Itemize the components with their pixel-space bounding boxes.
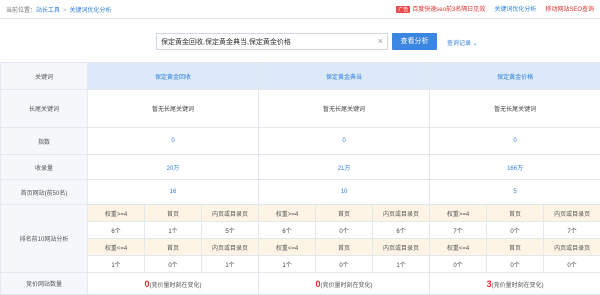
index-value[interactable]: 0 bbox=[430, 128, 600, 155]
rank-value: 1个 bbox=[145, 222, 202, 239]
rank-header: 权重<=4 bbox=[259, 239, 316, 256]
ad-link[interactable]: 广告百度快速seo前3名隔日见效 bbox=[396, 4, 485, 13]
bid-cell: 3(竞价量时刻在变化) bbox=[430, 273, 600, 295]
rank-value: 6个 bbox=[373, 222, 430, 239]
index-value[interactable]: 0 bbox=[259, 128, 430, 155]
table-row: 收录量 20万 21万 166万 bbox=[1, 155, 600, 180]
bid-note: (竞价量时刻在变化) bbox=[492, 283, 544, 289]
ad-badge: 广告 bbox=[396, 6, 410, 13]
search-box: × bbox=[156, 33, 388, 50]
row-label-long-tail: 长尾关键词 bbox=[1, 90, 88, 128]
rank-header: 首页 bbox=[145, 205, 202, 222]
rank-value: 1个 bbox=[259, 256, 316, 273]
rank-value: 6个 bbox=[259, 222, 316, 239]
rank-header: 权重<=4 bbox=[88, 239, 145, 256]
history-link[interactable]: 查询记录 ⌄ bbox=[447, 38, 478, 47]
rank-value: 0个 bbox=[544, 256, 600, 273]
rank-header: 权重>=4 bbox=[430, 205, 487, 222]
rank-value-row: 1个 0个 1个 1个 0个 1个 0个 0个 0个 bbox=[1, 256, 600, 273]
rank-value: 0个 bbox=[316, 222, 373, 239]
row-label-bid: 竞价网站数量 bbox=[1, 273, 88, 295]
breadcrumb: 当前位置：站长工具>关键词优化分析 bbox=[6, 5, 112, 14]
long-tail-value: 暂无长尾关键词 bbox=[259, 90, 430, 128]
rank-value: 5个 bbox=[202, 222, 259, 239]
rank-header: 内页或目录页 bbox=[373, 239, 430, 256]
chevron-down-icon: ⌄ bbox=[473, 41, 478, 47]
rank-header: 内页或目录页 bbox=[544, 205, 600, 222]
rank-value-row: 6个 1个 5个 6个 0个 6个 7个 0个 7个 bbox=[1, 222, 600, 239]
rank-header: 首页 bbox=[145, 239, 202, 256]
rank-value: 1个 bbox=[88, 256, 145, 273]
history-label: 查询记录 bbox=[447, 41, 471, 47]
index-value[interactable]: 0 bbox=[88, 128, 259, 155]
breadcrumb-label: 当前位置： bbox=[6, 8, 36, 14]
indexed-value[interactable]: 21万 bbox=[259, 155, 430, 180]
rank-value: 0个 bbox=[487, 256, 544, 273]
rank-header: 首页 bbox=[316, 239, 373, 256]
rank-header: 权重>=4 bbox=[88, 205, 145, 222]
long-tail-value: 暂无长尾关键词 bbox=[430, 90, 600, 128]
indexed-value[interactable]: 20万 bbox=[88, 155, 259, 180]
rank-header: 内页或目录页 bbox=[373, 205, 430, 222]
breadcrumb-home-link[interactable]: 站长工具 bbox=[36, 8, 60, 14]
rank-header: 内页或目录页 bbox=[202, 205, 259, 222]
row-label-homepage: 首页网站(前50名) bbox=[1, 180, 88, 205]
indexed-value[interactable]: 166万 bbox=[430, 155, 600, 180]
keyword-table: 关键词 保定黄金回收 保定黄金典当 保定黄金价格 长尾关键词 暂无长尾关键词 暂… bbox=[0, 62, 600, 295]
rank-value: 7个 bbox=[430, 222, 487, 239]
rank-value: 1个 bbox=[373, 256, 430, 273]
rank-header: 内页或目录页 bbox=[202, 239, 259, 256]
homepage-value[interactable]: 5 bbox=[430, 180, 600, 205]
rank-value: 7个 bbox=[544, 222, 600, 239]
breadcrumb-current[interactable]: 关键词优化分析 bbox=[70, 8, 112, 14]
row-label-indexed: 收录量 bbox=[1, 155, 88, 180]
bid-cell: 0(竞价量时刻在变化) bbox=[259, 273, 430, 295]
rank-header: 内页或目录页 bbox=[544, 239, 600, 256]
search-area: × 查看分析 查询记录 ⌄ bbox=[0, 19, 600, 60]
rank-header: 首页 bbox=[316, 205, 373, 222]
rank-value: 0个 bbox=[430, 256, 487, 273]
rank-header-row: 排名前10网站分析 权重>=4 首页 内页或目录页 权重>=4 首页 内页或目录… bbox=[1, 205, 600, 222]
rank-header-row: 权重<=4 首页 内页或目录页 权重<=4 首页 内页或目录页 权重<=4 首页… bbox=[1, 239, 600, 256]
bid-row: 竞价网站数量 0(竞价量时刻在变化) 0(竞价量时刻在变化) 3(竞价量时刻在变… bbox=[1, 273, 600, 295]
rank-header: 权重>=4 bbox=[259, 205, 316, 222]
rank-header: 首页 bbox=[487, 239, 544, 256]
keyword-analysis-link[interactable]: 关键词优化分析 bbox=[494, 4, 536, 13]
bid-cell: 0(竞价量时刻在变化) bbox=[88, 273, 259, 295]
rank-value: 6个 bbox=[88, 222, 145, 239]
keyword-column-2[interactable]: 保定黄金典当 bbox=[259, 63, 430, 90]
keyword-column-1[interactable]: 保定黄金回收 bbox=[88, 63, 259, 90]
bid-note: (竞价量时刻在变化) bbox=[321, 283, 373, 289]
rank-header: 首页 bbox=[487, 205, 544, 222]
rank-header: 权重<=4 bbox=[430, 239, 487, 256]
mobile-seo-link[interactable]: 移动网站SEO查询 bbox=[545, 4, 594, 13]
homepage-value[interactable]: 10 bbox=[259, 180, 430, 205]
top-links: 广告百度快速seo前3名隔日见效 关键词优化分析 移动网站SEO查询 bbox=[396, 4, 594, 13]
search-input[interactable] bbox=[157, 34, 375, 49]
keyword-column-3[interactable]: 保定黄金价格 bbox=[430, 63, 600, 90]
table-header-row: 关键词 保定黄金回收 保定黄金典当 保定黄金价格 bbox=[1, 63, 600, 90]
analyze-button[interactable]: 查看分析 bbox=[392, 33, 437, 50]
long-tail-value: 暂无长尾关键词 bbox=[88, 90, 259, 128]
breadcrumb-separator: > bbox=[63, 8, 67, 14]
rank-value: 0个 bbox=[316, 256, 373, 273]
top-bar: 当前位置：站长工具>关键词优化分析 广告百度快速seo前3名隔日见效 关键词优化… bbox=[0, 0, 600, 19]
ad-text: 百度快速seo前3名隔日见效 bbox=[412, 7, 485, 13]
row-label-rank: 排名前10网站分析 bbox=[1, 205, 88, 273]
table-row: 首页网站(前50名) 16 10 5 bbox=[1, 180, 600, 205]
row-label-index: 指数 bbox=[1, 128, 88, 155]
rank-value: 0个 bbox=[145, 256, 202, 273]
table-row: 指数 0 0 0 bbox=[1, 128, 600, 155]
clear-icon[interactable]: × bbox=[378, 36, 383, 47]
homepage-value[interactable]: 16 bbox=[88, 180, 259, 205]
table-row: 长尾关键词 暂无长尾关键词 暂无长尾关键词 暂无长尾关键词 bbox=[1, 90, 600, 128]
rank-value: 0个 bbox=[487, 222, 544, 239]
keyword-column-header: 关键词 bbox=[1, 63, 88, 90]
rank-value: 1个 bbox=[202, 256, 259, 273]
bid-note: (竞价量时刻在变化) bbox=[150, 283, 202, 289]
